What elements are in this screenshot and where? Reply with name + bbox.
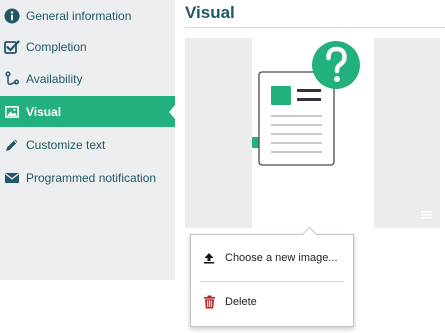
sidebar-item-customize-text[interactable]: Customize text bbox=[0, 129, 175, 160]
sidebar-item-availability[interactable]: Availability bbox=[0, 63, 175, 94]
sidebar-item-visual[interactable]: Visual bbox=[0, 96, 176, 127]
sidebar-item-label: General information bbox=[26, 8, 132, 23]
image-options-popup: Choose a new image... Delete bbox=[190, 226, 354, 327]
choose-new-image-button[interactable]: Choose a new image... bbox=[191, 243, 353, 273]
preview-image-area bbox=[252, 38, 374, 228]
title-divider bbox=[185, 27, 445, 28]
upload-icon bbox=[202, 251, 216, 265]
document-question-illustration bbox=[252, 41, 360, 166]
pencil-icon bbox=[4, 137, 20, 153]
checkbox-icon bbox=[4, 39, 20, 55]
image-icon bbox=[4, 104, 20, 120]
page-title: Visual bbox=[185, 3, 235, 22]
delete-button[interactable]: Delete bbox=[191, 287, 353, 317]
sidebar: General information Completion Availabil… bbox=[0, 0, 176, 280]
envelope-icon bbox=[4, 170, 20, 186]
info-icon bbox=[4, 8, 20, 24]
popup-divider bbox=[200, 281, 344, 282]
image-preview[interactable] bbox=[185, 38, 440, 228]
sidebar-item-label: Availability bbox=[26, 71, 83, 86]
menu-icon[interactable] bbox=[421, 207, 432, 219]
sidebar-item-label: Customize text bbox=[26, 137, 106, 152]
delete-label: Delete bbox=[225, 296, 257, 308]
sidebar-item-label: Programmed notification bbox=[26, 170, 157, 185]
path-icon bbox=[4, 70, 20, 87]
popup-caret bbox=[301, 226, 318, 243]
sidebar-item-label: Visual bbox=[26, 104, 62, 119]
sidebar-item-completion[interactable]: Completion bbox=[0, 31, 175, 62]
choose-new-image-label: Choose a new image... bbox=[225, 252, 338, 264]
sidebar-item-general-information[interactable]: General information bbox=[0, 0, 175, 31]
trash-icon bbox=[202, 295, 216, 309]
sidebar-item-label: Completion bbox=[26, 39, 87, 54]
sidebar-item-programmed-notification[interactable]: Programmed notification bbox=[0, 162, 175, 193]
